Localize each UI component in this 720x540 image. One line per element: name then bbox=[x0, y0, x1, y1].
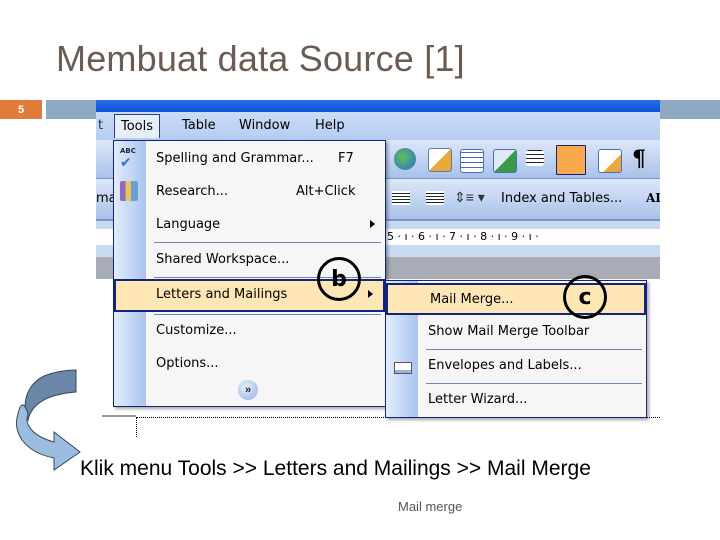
curved-arrow-icon bbox=[16, 369, 81, 471]
spelling-abc-icon: ABC ✔ bbox=[120, 147, 136, 171]
submenu-arrow-icon bbox=[368, 290, 373, 298]
tables-borders-icon[interactable] bbox=[428, 148, 452, 172]
window-titlebar bbox=[96, 100, 660, 112]
justify-icon[interactable] bbox=[426, 191, 444, 205]
menu-item-mail-merge[interactable]: Mail Merge... bbox=[386, 283, 646, 315]
slide-footer: Mail merge bbox=[398, 499, 463, 514]
page-corner-marker bbox=[102, 415, 136, 417]
menubar-cut-item[interactable]: t bbox=[98, 118, 103, 133]
menu-item-language[interactable]: Language bbox=[114, 209, 385, 242]
slide-title: Membuat data Source [1] bbox=[56, 38, 465, 79]
menu-tools[interactable]: Tools bbox=[114, 114, 161, 138]
menu-item-customize[interactable]: Customize... bbox=[114, 315, 385, 348]
menu-item-show-mail-merge-toolbar[interactable]: Show Mail Merge Toolbar bbox=[386, 316, 646, 349]
line-spacing-icon[interactable]: ⇕≡ ▾ bbox=[454, 189, 485, 206]
menu-item-spelling[interactable]: ABC ✔ Spelling and Grammar... F7 bbox=[114, 143, 385, 176]
menu-help[interactable]: Help bbox=[315, 118, 345, 133]
menu-bar: t Tools Table Window Help bbox=[96, 112, 660, 140]
document-map-icon[interactable] bbox=[598, 149, 622, 173]
menu-item-envelopes-and-labels[interactable]: Envelopes and Labels... bbox=[386, 350, 646, 383]
columns-icon[interactable] bbox=[526, 150, 544, 166]
menu-table[interactable]: Table bbox=[182, 118, 216, 133]
menu-window[interactable]: Window bbox=[239, 118, 290, 133]
drawing-icon[interactable] bbox=[556, 145, 586, 175]
letters-submenu: Mail Merge... Show Mail Merge Toolbar En… bbox=[385, 280, 647, 418]
instruction-text: Klik menu Tools >> Letters and Mailings … bbox=[80, 457, 591, 480]
align-right-icon[interactable] bbox=[392, 191, 410, 205]
insert-table-icon[interactable] bbox=[460, 149, 484, 173]
show-hide-pilcrow-icon[interactable]: ¶ bbox=[632, 146, 654, 172]
hyperlink-icon[interactable] bbox=[394, 148, 416, 170]
insert-excel-icon[interactable] bbox=[493, 149, 517, 173]
menu-item-letter-wizard[interactable]: Letter Wizard... bbox=[386, 384, 646, 417]
research-books-icon bbox=[120, 181, 138, 201]
toolbar-cut-button[interactable]: AI bbox=[646, 191, 660, 205]
annotation-b: b bbox=[317, 257, 361, 301]
menu-item-options[interactable]: Options... bbox=[114, 348, 385, 381]
page-margin-guide-v bbox=[136, 417, 137, 437]
menu-item-research[interactable]: Research... Alt+Click bbox=[114, 176, 385, 209]
double-chevron-down-icon[interactable]: » bbox=[238, 380, 258, 400]
submenu-arrow-icon bbox=[370, 220, 375, 228]
envelope-icon bbox=[394, 362, 412, 374]
menu-separator bbox=[154, 242, 381, 243]
slide-number: 5 bbox=[0, 100, 42, 119]
index-and-tables-button[interactable]: Index and Tables... bbox=[501, 191, 622, 206]
annotation-c: c bbox=[563, 275, 607, 319]
